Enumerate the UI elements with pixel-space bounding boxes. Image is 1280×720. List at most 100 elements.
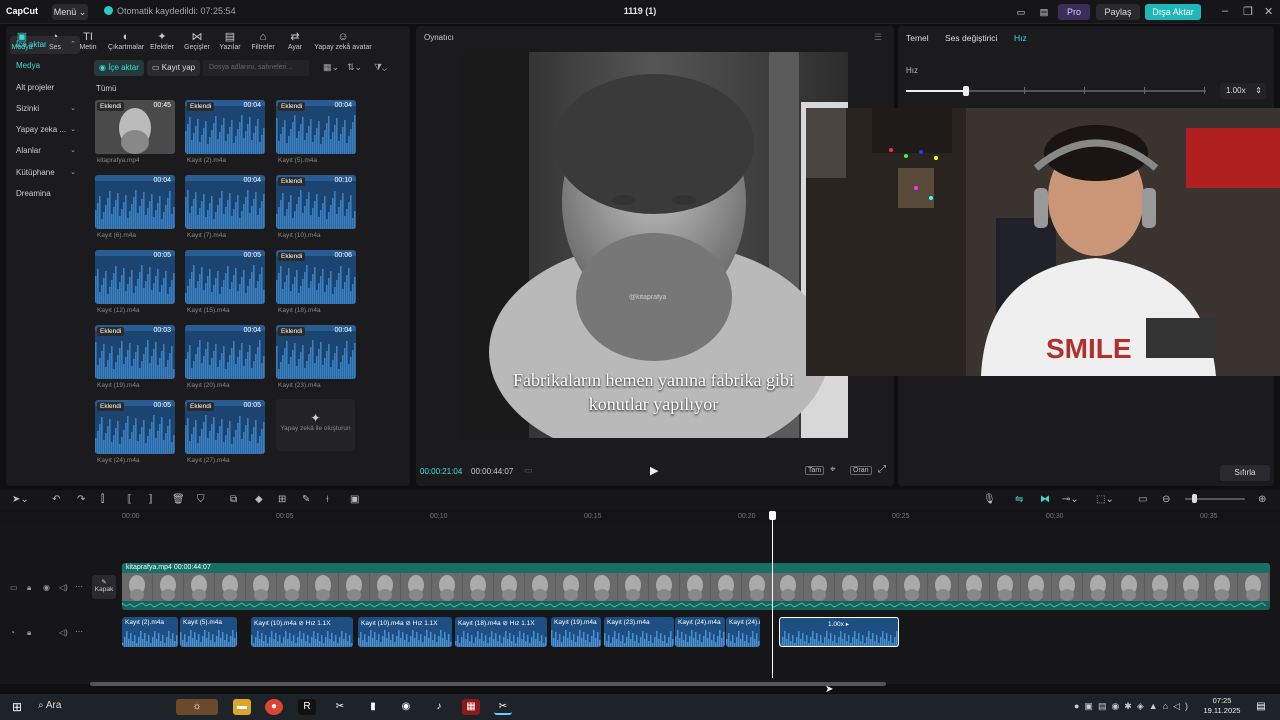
media-thumbnail[interactable]: 00:04 <box>185 325 265 379</box>
media-thumbnail[interactable]: Eklendi 00:10 <box>276 175 356 229</box>
sidenav-item[interactable]: Medya <box>10 57 80 75</box>
speed-icon[interactable]: ✎ <box>302 494 310 505</box>
mute-icon[interactable]: ◁) <box>59 628 68 637</box>
system-tray-icons[interactable]: ●▣▤◉✱◈▲⌂◁) <box>1074 701 1193 712</box>
sidenav-item[interactable]: Dreamina <box>10 185 80 203</box>
close-icon[interactable]: ✕ <box>1264 5 1273 18</box>
zoom-slider-handle[interactable] <box>1192 494 1197 503</box>
player-menu-icon[interactable]: ☰ <box>874 32 882 43</box>
audio-clip[interactable]: Kayıt (23).m4a <box>604 617 674 647</box>
audio-clip[interactable]: Kayıt (19).m4a <box>551 617 601 647</box>
sidenav-item[interactable]: Alanlar ⌄ <box>10 142 80 160</box>
selected-audio-clip[interactable]: 1.00x ▸ <box>779 617 899 647</box>
voice-app-icon[interactable]: ▦ <box>462 699 480 715</box>
stepper-icon[interactable]: ⇕ <box>1255 83 1262 99</box>
audio-clip[interactable]: Kayıt (10).m4a ⊘ Hız 1.1X <box>358 617 452 647</box>
maximize-icon[interactable]: ❐ <box>1243 5 1253 18</box>
reset-button[interactable]: Sıfırla <box>1220 465 1270 481</box>
sidenav-item[interactable]: Alt projeler <box>10 79 80 97</box>
select-icon[interactable]: ➤⌄ <box>12 494 29 505</box>
split-left-icon[interactable]: ⟦ <box>127 494 132 505</box>
media-thumbnail[interactable]: Eklendi 00:05 <box>95 400 175 454</box>
playhead[interactable] <box>772 513 773 678</box>
cover-button[interactable]: ✎ Kapak <box>92 575 116 599</box>
preview-icon[interactable]: ⬚⌄ <box>1096 494 1114 505</box>
undo-icon[interactable]: ↶ <box>52 494 60 505</box>
tab-medya[interactable]: ▣ Medya <box>10 28 34 54</box>
snapshot-icon[interactable]: ⌖ <box>830 464 836 475</box>
tab-speed[interactable]: Hız <box>1014 33 1027 43</box>
layout-icon[interactable]: ▭ <box>1010 4 1032 20</box>
media-thumbnail[interactable]: Eklendi 00:04 <box>185 100 265 154</box>
windows-start-icon[interactable]: ⊞ <box>8 699 26 715</box>
fullscreen-mode-button[interactable]: Tam <box>805 466 825 475</box>
audio-clip[interactable]: Kayıt (10).m4a ⊘ Hız 1.1X <box>251 617 353 647</box>
eye-icon[interactable]: ◉ <box>43 583 50 592</box>
import-button[interactable]: ◉ İçe aktar <box>94 60 144 76</box>
filter-icon[interactable]: ⧩⌄ <box>374 62 387 73</box>
microphone-icon[interactable]: ♪ <box>430 699 448 715</box>
sort-icon[interactable]: ⇅⌄ <box>347 62 362 73</box>
tab-efektler[interactable]: ✦ Efektler <box>148 28 176 54</box>
r-app-icon[interactable]: R <box>298 699 316 715</box>
pro-button[interactable]: Pro <box>1058 4 1090 20</box>
media-thumbnail[interactable]: 00:04 <box>95 175 175 229</box>
audio-clip[interactable]: Kayıt (18).m4a ⊘ Hız 1.1X <box>455 617 547 647</box>
media-thumbnail[interactable]: 00:04 <box>185 175 265 229</box>
media-thumbnail[interactable]: Eklendi 00:45 <box>95 100 175 154</box>
file-explorer-icon[interactable]: ▬ <box>233 699 251 715</box>
delete-icon[interactable]: 🗑︎ <box>172 494 185 505</box>
media-thumbnail[interactable]: Eklendi 00:04 <box>276 325 356 379</box>
menu-button[interactable]: Menü ⌄ <box>52 4 88 20</box>
playhead-handle[interactable] <box>769 511 776 520</box>
zoom-in-icon[interactable]: ⊕ <box>1258 494 1266 505</box>
tab-filtreler[interactable]: ⌂ Filtreler <box>248 28 278 54</box>
minimize-icon[interactable]: – <box>1222 5 1228 17</box>
sidenav-item[interactable]: Kütüphane ⌄ <box>10 164 80 182</box>
tab-yazılar[interactable]: ▤ Yazılar <box>216 28 244 54</box>
tab-voice-changer[interactable]: Ses değiştirici <box>945 33 997 43</box>
sidenav-item[interactable]: Sizinki ⌄ <box>10 100 80 118</box>
monitor-icon[interactable]: ▭ <box>1138 494 1147 505</box>
lock-icon[interactable]: 🔒︎ <box>27 583 31 593</box>
record-voice-icon[interactable]: 🎙︎ <box>983 494 996 505</box>
audio-clip[interactable]: Kayıt (2).m4a <box>122 617 178 647</box>
chrome-icon[interactable]: ● <box>265 699 283 715</box>
audio-clip[interactable]: Kayıt (24).m4a <box>675 617 725 647</box>
chain-icon[interactable]: ⊸⌄ <box>1062 494 1079 505</box>
media-thumbnail[interactable]: 00:05 <box>185 250 265 304</box>
taskbar-search[interactable]: ⌕ Ara <box>38 700 61 711</box>
crop-icon[interactable]: ⧉ <box>230 494 237 505</box>
speed-value-input[interactable]: 1.00x ⇕ <box>1220 83 1266 99</box>
audio-clip[interactable]: Kayıt (24).r <box>726 617 760 647</box>
media-thumbnail[interactable]: Eklendi 00:05 <box>185 400 265 454</box>
more-icon[interactable]: ⋯ <box>75 627 83 636</box>
media-thumbnail[interactable]: Eklendi 00:06 <box>276 250 356 304</box>
timeline-scrollbar[interactable] <box>90 682 886 686</box>
split-right-icon[interactable]: ⟧ <box>148 494 153 505</box>
mute-icon[interactable]: ◁) <box>59 583 68 592</box>
sidenav-item[interactable]: Yapay zeka ... ⌄ <box>10 121 80 139</box>
mic-app-icon[interactable]: ▮ <box>364 699 382 715</box>
news-widget-icon[interactable]: ☼ <box>176 699 218 715</box>
snap-icon[interactable]: ⟊ <box>326 494 329 505</box>
caption-icon[interactable]: ▣ <box>350 494 359 505</box>
tab-yapay-zek-avatar[interactable]: ☺ Yapay zekâ avatar <box>312 28 374 54</box>
notification-icon[interactable]: ▤ <box>1252 699 1270 715</box>
media-search-input[interactable]: Dosya adlarını, sahneleri... <box>203 60 309 76</box>
play-icon[interactable]: ▶ <box>650 464 658 477</box>
capcut-active-icon[interactable]: ✂ <box>494 699 512 715</box>
timecode-format-icon[interactable]: ▭ <box>524 465 533 476</box>
ai-icon[interactable]: ◆ <box>255 494 263 505</box>
share-button[interactable]: Paylaş <box>1096 4 1140 20</box>
clock[interactable]: 07:25 19.11.2025 <box>1196 696 1248 716</box>
split-icon[interactable]: ⫿ <box>101 494 104 505</box>
media-thumbnail[interactable]: 00:05 <box>95 250 175 304</box>
obs-icon[interactable]: ◉ <box>397 699 415 715</box>
tab-ayar[interactable]: ⇄ Ayar <box>284 28 306 54</box>
redo-icon[interactable]: ↷ <box>77 494 85 505</box>
expand-icon[interactable]: ⤢ <box>878 464 886 475</box>
shield-icon[interactable]: ⛉ <box>197 494 205 505</box>
audio-clip[interactable]: Kayıt (5).m4a <box>180 617 237 647</box>
timeline-ruler[interactable] <box>0 510 1280 524</box>
